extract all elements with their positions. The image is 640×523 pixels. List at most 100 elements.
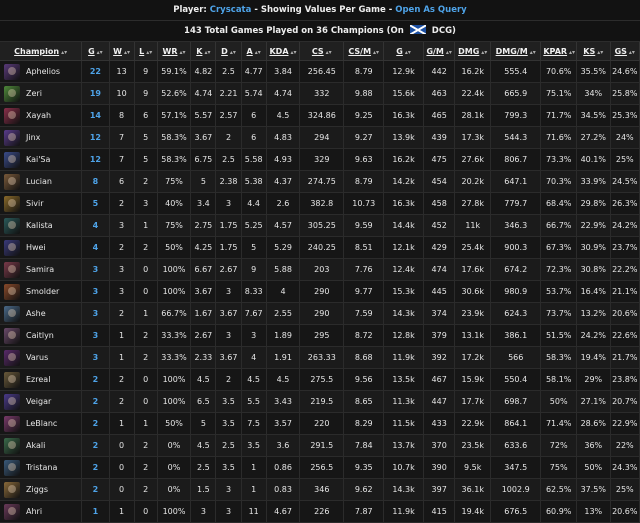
champion-cell[interactable]: Kai'Sa — [0, 148, 83, 171]
stat-cell: 72% — [540, 434, 577, 457]
stat-cell: 75% — [157, 214, 192, 237]
stat-cell: 2.57 — [215, 104, 242, 127]
stat-cell: 633.6 — [490, 434, 542, 457]
column-header[interactable]: L ▴▾ — [134, 42, 158, 61]
stat-cell: 0 — [134, 280, 158, 303]
column-header[interactable]: DMG/M ▴▾ — [490, 42, 542, 61]
games-link[interactable]: 3 — [81, 280, 110, 303]
games-link[interactable]: 3 — [81, 346, 110, 369]
stat-cell: 30.9% — [576, 236, 611, 259]
champion-name: Sivir — [26, 199, 44, 208]
games-link[interactable]: 3 — [81, 258, 110, 281]
games-link[interactable]: 19 — [81, 82, 110, 105]
stat-cell: 33.9% — [576, 170, 611, 193]
stat-cell: 674.2 — [490, 258, 542, 281]
games-link[interactable]: 3 — [81, 324, 110, 347]
stat-cell: 433 — [423, 412, 456, 435]
column-header[interactable]: K ▴▾ — [190, 42, 217, 61]
champion-cell[interactable]: Hwei — [0, 236, 83, 259]
stat-cell: 7.87 — [343, 500, 385, 523]
stat-cell: 12.1k — [383, 236, 424, 259]
champion-cell[interactable]: Smolder — [0, 280, 83, 303]
games-link[interactable]: 1 — [81, 500, 110, 523]
games-link[interactable]: 12 — [81, 148, 110, 171]
stat-cell: 71.7% — [540, 104, 577, 127]
column-header[interactable]: Champion ▴▾ — [0, 42, 83, 61]
stat-cell: 59.1% — [157, 60, 192, 83]
stat-cell: 458 — [423, 192, 456, 215]
column-header[interactable]: CS ▴▾ — [299, 42, 345, 61]
column-header-label: W — [113, 46, 122, 56]
champion-cell[interactable]: Tristana — [0, 456, 83, 479]
games-link[interactable]: 3 — [81, 302, 110, 325]
champion-portrait-icon — [4, 327, 20, 344]
champion-cell[interactable]: Zeri — [0, 82, 83, 105]
champion-cell[interactable]: Ezreal — [0, 368, 83, 391]
games-link[interactable]: 4 — [81, 236, 110, 259]
champion-cell[interactable]: Samira — [0, 258, 83, 281]
stat-cell: 62.5% — [540, 478, 577, 501]
column-header-label: Champion — [14, 46, 60, 56]
column-header[interactable]: DMG ▴▾ — [454, 42, 492, 61]
column-header[interactable]: D ▴▾ — [215, 42, 242, 61]
champion-cell[interactable]: Ziggs — [0, 478, 83, 501]
open-as-query-link[interactable]: Open As Query — [395, 5, 466, 15]
column-header[interactable]: G/M ▴▾ — [423, 42, 456, 61]
champion-cell[interactable]: Akali — [0, 434, 83, 457]
games-link[interactable]: 8 — [81, 170, 110, 193]
champion-cell[interactable]: Xayah — [0, 104, 83, 127]
games-link[interactable]: 2 — [81, 368, 110, 391]
champion-cell[interactable]: Lucian — [0, 170, 83, 193]
games-link[interactable]: 5 — [81, 192, 110, 215]
column-header[interactable]: KPAR ▴▾ — [540, 42, 577, 61]
stat-cell: 329 — [299, 148, 345, 171]
games-link[interactable]: 2 — [81, 390, 110, 413]
column-header[interactable]: G ▴▾ — [383, 42, 424, 61]
champion-cell[interactable]: Sivir — [0, 192, 83, 215]
champion-cell[interactable]: Caitlyn — [0, 324, 83, 347]
stat-cell: 75% — [540, 456, 577, 479]
champion-cell[interactable]: Jinx — [0, 126, 83, 149]
stat-cell: 3.67 — [190, 126, 217, 149]
column-header[interactable]: KDA ▴▾ — [266, 42, 301, 61]
stat-cell: 1 — [134, 302, 158, 325]
games-link[interactable]: 2 — [81, 412, 110, 435]
column-header[interactable]: GS ▴▾ — [610, 42, 640, 61]
champion-cell[interactable]: LeBlanc — [0, 412, 83, 435]
champion-cell[interactable]: Veigar — [0, 390, 83, 413]
champion-cell[interactable]: Aphelios — [0, 60, 83, 83]
table-row: Varus 3 1 2 33.3% 2.33 3.67 4 1.91 263.33 8.68 11.9… — [0, 346, 640, 369]
stat-cell: 73.3% — [540, 148, 577, 171]
column-header[interactable]: G ▴▾ — [81, 42, 110, 61]
stat-cell: 4.57 — [266, 214, 301, 237]
column-header[interactable]: W ▴▾ — [109, 42, 135, 61]
stat-cell: 4.74 — [266, 82, 301, 105]
stat-cell: 4.82 — [190, 60, 217, 83]
champion-cell[interactable]: Ashe — [0, 302, 83, 325]
player-name-link[interactable]: Cryscata — [210, 5, 252, 15]
column-header[interactable]: CS/M ▴▾ — [343, 42, 385, 61]
stat-cell: 7 — [109, 148, 135, 171]
champion-portrait-icon — [4, 173, 20, 190]
stat-cell: 429 — [423, 236, 456, 259]
champion-portrait-icon — [4, 283, 20, 300]
stat-cell: 1002.9 — [490, 478, 542, 501]
games-link[interactable]: 14 — [81, 104, 110, 127]
stat-cell: 9 — [134, 60, 158, 83]
column-header[interactable]: A ▴▾ — [241, 42, 267, 61]
stat-cell: 33.3% — [157, 324, 192, 347]
games-link[interactable]: 4 — [81, 214, 110, 237]
games-link[interactable]: 22 — [81, 60, 110, 83]
champion-cell[interactable]: Kalista — [0, 214, 83, 237]
column-header[interactable]: KS ▴▾ — [576, 42, 611, 61]
games-link[interactable]: 2 — [81, 456, 110, 479]
games-link[interactable]: 2 — [81, 434, 110, 457]
games-link[interactable]: 2 — [81, 478, 110, 501]
stat-cell: 4.25 — [190, 236, 217, 259]
champion-name: Samira — [26, 265, 55, 274]
champion-cell[interactable]: Ahri — [0, 500, 83, 523]
stat-cell: 1.91 — [266, 346, 301, 369]
column-header[interactable]: WR ▴▾ — [157, 42, 192, 61]
champion-cell[interactable]: Varus — [0, 346, 83, 369]
games-link[interactable]: 12 — [81, 126, 110, 149]
